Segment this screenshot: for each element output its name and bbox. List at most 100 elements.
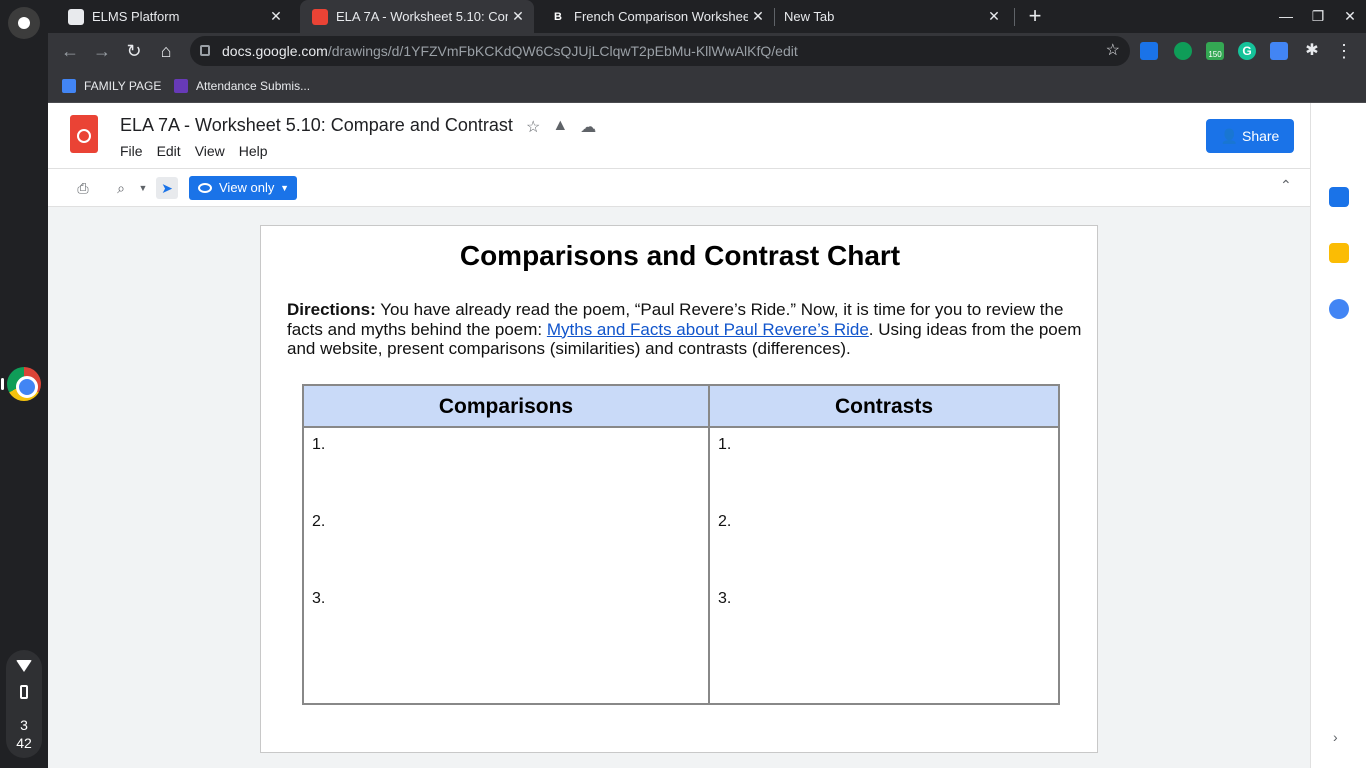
drawings-app: ELA 7A - Worksheet 5.10: Compare and Con…	[48, 103, 1366, 768]
extensions-puzzle-icon[interactable]: ✱	[1298, 37, 1326, 65]
minimize-icon[interactable]: —	[1270, 0, 1302, 33]
menu-edit[interactable]: Edit	[157, 143, 181, 159]
extension-resize-icon[interactable]	[1270, 42, 1288, 60]
keep-icon[interactable]	[1329, 243, 1349, 263]
drawings-logo-icon[interactable]	[70, 115, 98, 153]
share-person-icon: 👤	[1220, 128, 1239, 144]
select-cursor-icon[interactable]: ➤	[156, 177, 178, 199]
url-domain: docs.google.com	[222, 43, 328, 59]
bookmark-attendance[interactable]: Attendance Submis...	[174, 76, 310, 96]
side-panel: ›	[1310, 103, 1366, 768]
lock-icon	[200, 45, 210, 56]
tab-ela-worksheet[interactable]: ELA 7A - Worksheet 5.10: Compa ✕	[300, 0, 534, 33]
view-only-label: View only	[219, 180, 275, 195]
b-favicon-icon: B	[550, 8, 566, 25]
move-to-drive-icon[interactable]: ▲	[552, 117, 568, 137]
share-button[interactable]: 👤 Share	[1206, 119, 1294, 153]
browser-window: ELMS Platform ✕ ELA 7A - Worksheet 5.10:…	[48, 0, 1366, 768]
cloud-status-icon[interactable]: ☁	[580, 117, 596, 137]
tab-elms[interactable]: ELMS Platform ✕	[56, 0, 292, 33]
launcher-icon[interactable]	[8, 7, 40, 39]
collapse-toolbar-chevron-icon[interactable]: ⌃	[1280, 177, 1292, 194]
eye-icon	[198, 183, 212, 193]
view-only-mode-button[interactable]: View only ▼	[189, 176, 297, 200]
forms-list-icon	[174, 79, 188, 93]
tab-title: French Comparison Worksheet (	[574, 9, 748, 24]
close-tab-icon[interactable]: ✕	[748, 8, 768, 25]
restore-icon[interactable]: ❐	[1302, 0, 1334, 33]
tasks-icon[interactable]	[1329, 299, 1349, 319]
battery-icon	[20, 685, 28, 699]
worksheet-page: Comparisons and Contrast Chart Direction…	[260, 225, 1098, 753]
wifi-icon	[16, 660, 32, 672]
tab-new-tab[interactable]: New Tab ✕	[774, 0, 1010, 33]
app-header: ELA 7A - Worksheet 5.10: Compare and Con…	[48, 103, 1346, 168]
comparison-item-1: 1.	[312, 436, 326, 453]
contrast-item-2: 2.	[718, 513, 732, 530]
elms-favicon-icon	[68, 8, 84, 25]
bookmark-label: Attendance Submis...	[196, 79, 311, 93]
expand-panel-chevron-icon[interactable]: ›	[1333, 729, 1338, 745]
os-shelf: 3 42	[0, 0, 48, 768]
star-icon[interactable]: ☆	[526, 117, 540, 137]
calendar-icon[interactable]	[1329, 187, 1349, 207]
print-icon[interactable]: ⎙	[72, 177, 94, 199]
document-title[interactable]: ELA 7A - Worksheet 5.10: Compare and Con…	[120, 115, 513, 136]
contrast-item-1: 1.	[718, 436, 732, 453]
bookmark-family-page[interactable]: FAMILY PAGE	[62, 76, 161, 96]
address-bar[interactable]: docs.google.com/drawings/d/1YFZVmFbKCKdQ…	[190, 36, 1130, 66]
extension-badge-icon[interactable]: 150	[1206, 42, 1224, 60]
grammarly-icon[interactable]: G	[1238, 42, 1256, 60]
chrome-icon[interactable]	[7, 367, 41, 401]
clock-minute: 42	[16, 735, 32, 751]
zoom-dropdown-chevron-icon[interactable]: ▼	[132, 177, 154, 199]
menu-file[interactable]: File	[120, 143, 143, 159]
browser-menu-icon[interactable]: ⋮	[1330, 37, 1358, 65]
close-tab-icon[interactable]: ✕	[508, 8, 528, 25]
bookmark-grid-icon	[62, 79, 76, 93]
comparison-item-3: 3.	[312, 590, 326, 607]
close-window-icon[interactable]: ✕	[1334, 0, 1366, 33]
title-actions: ☆ ▲ ☁	[526, 117, 596, 137]
extension-badge-count: 150	[1208, 50, 1222, 59]
drawing-canvas: Comparisons and Contrast Chart Direction…	[48, 207, 1310, 768]
directions-text: Directions: You have already read the po…	[287, 300, 1087, 359]
menu-help[interactable]: Help	[239, 143, 268, 159]
reload-icon[interactable]: ↻	[120, 37, 148, 65]
bookmark-label: FAMILY PAGE	[84, 79, 162, 93]
comparison-item-2: 2.	[312, 513, 326, 530]
browser-toolbar: ← → ↻ ⌂ docs.google.com/drawings/d/1YFZV…	[48, 33, 1366, 69]
tab-title: ELMS Platform	[92, 9, 180, 24]
tab-french-worksheet[interactable]: B French Comparison Worksheet ( ✕	[538, 0, 774, 33]
drawing-toolbar: ⎙ ⌕ ▼ ➤ View only ▼ ⌃	[48, 168, 1310, 207]
column-divider	[708, 386, 710, 703]
back-arrow-icon[interactable]: ←	[56, 37, 84, 65]
myths-facts-link[interactable]: Myths and Facts about Paul Revere’s Ride	[547, 320, 869, 339]
zoom-icon[interactable]: ⌕	[110, 177, 132, 199]
new-tab-plus-icon[interactable]: +	[1022, 4, 1048, 30]
header-contrasts: Contrasts	[710, 386, 1058, 428]
menu-view[interactable]: View	[195, 143, 225, 159]
menu-bar: File Edit View Help	[120, 143, 268, 159]
directions-label: Directions:	[287, 300, 376, 319]
extension-green-dot-icon[interactable]	[1174, 42, 1192, 60]
close-tab-icon[interactable]: ✕	[266, 8, 286, 25]
tab-strip: ELMS Platform ✕ ELA 7A - Worksheet 5.10:…	[48, 0, 1366, 33]
running-indicator	[1, 378, 4, 390]
drawings-favicon-icon	[312, 8, 328, 25]
compare-contrast-table: Comparisons Contrasts 1. 2. 3. 1. 2. 3.	[302, 384, 1060, 705]
chevron-down-icon: ▼	[280, 183, 289, 193]
forward-arrow-icon[interactable]: →	[88, 37, 116, 65]
status-tray[interactable]: 3 42	[6, 650, 42, 758]
tab-title: ELA 7A - Worksheet 5.10: Compa	[336, 9, 508, 24]
home-icon[interactable]: ⌂	[152, 37, 180, 65]
contrast-item-3: 3.	[718, 590, 732, 607]
bookmarks-bar: FAMILY PAGE Attendance Submis...	[48, 69, 1366, 103]
extension-arrow-icon[interactable]	[1140, 42, 1158, 60]
bookmark-star-icon[interactable]: ☆	[1106, 36, 1120, 66]
clock-hour: 3	[20, 717, 28, 733]
close-tab-icon[interactable]: ✕	[984, 8, 1004, 25]
share-label: Share	[1241, 128, 1280, 144]
header-comparisons: Comparisons	[304, 386, 708, 428]
worksheet-title: Comparisons and Contrast Chart	[459, 240, 901, 271]
